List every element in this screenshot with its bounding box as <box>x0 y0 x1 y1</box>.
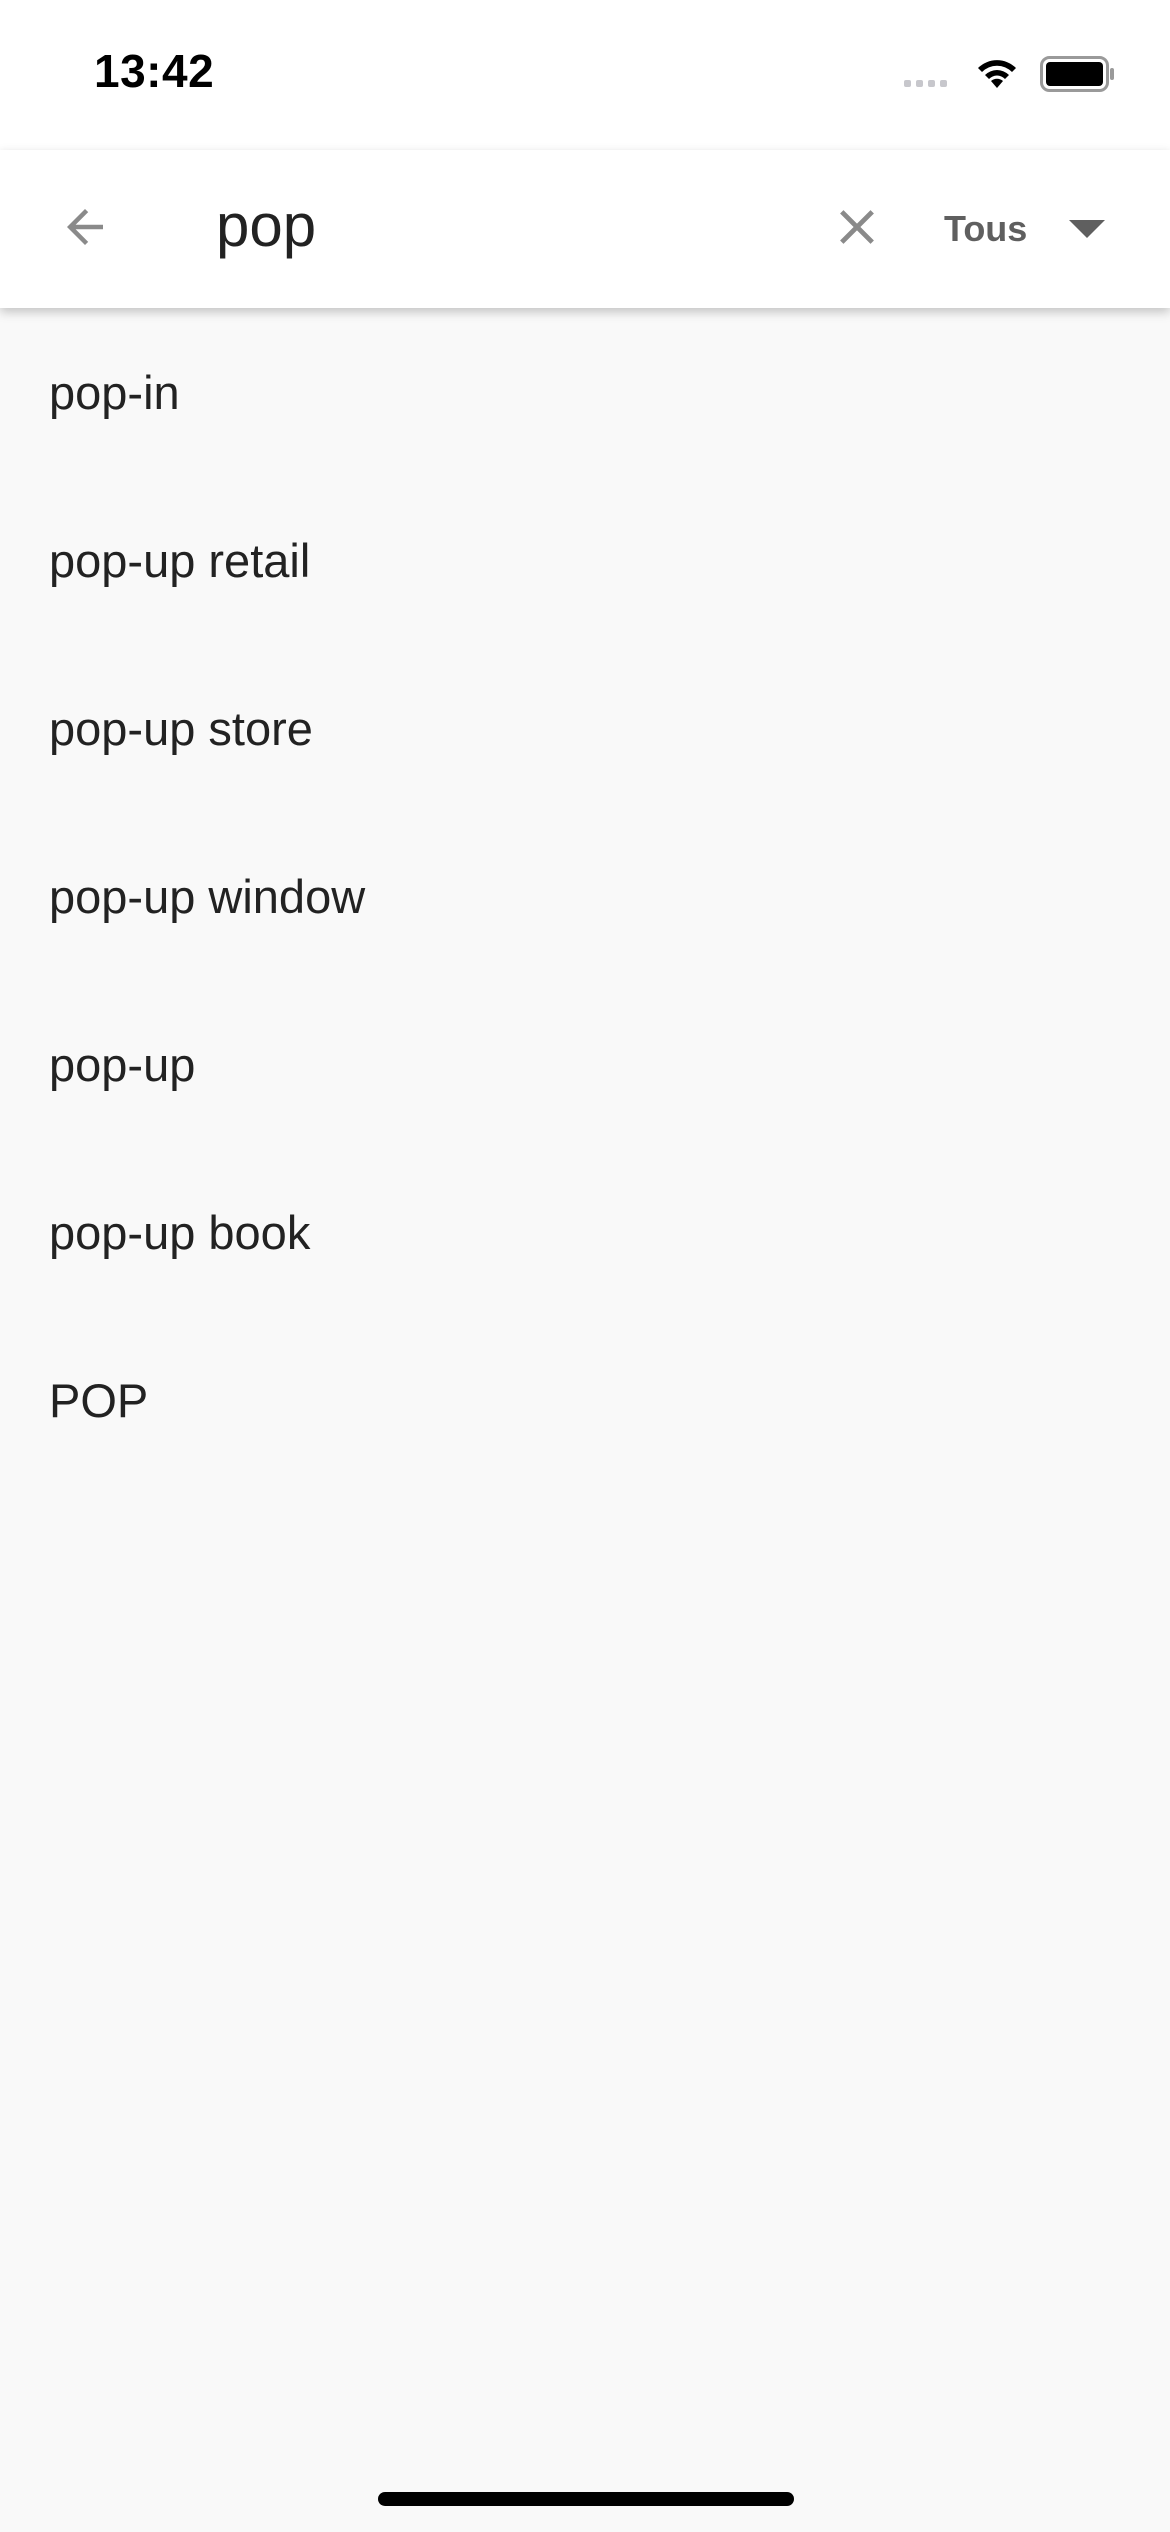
wifi-icon <box>972 52 1022 97</box>
suggestion-item[interactable]: pop-up retail <box>0 476 1170 644</box>
clear-search-button[interactable] <box>822 194 892 264</box>
suggestion-item[interactable]: pop-up window <box>0 812 1170 980</box>
caret-down-icon <box>1067 218 1107 240</box>
battery-icon <box>1040 56 1116 97</box>
suggestion-item[interactable]: pop-up store <box>0 644 1170 812</box>
suggestion-item[interactable]: POP <box>0 1316 1170 1484</box>
suggestion-item[interactable]: pop-up <box>0 980 1170 1148</box>
status-time: 13:42 <box>94 45 215 97</box>
language-filter-dropdown[interactable]: Tous <box>930 194 1130 264</box>
back-button[interactable] <box>50 194 120 264</box>
suggestion-list: pop-in pop-up retail pop-up store pop-up… <box>0 308 1170 1484</box>
suggestion-item[interactable]: pop-in <box>0 308 1170 476</box>
filter-selected-value: Tous <box>944 208 1028 249</box>
cellular-signal-icon <box>904 80 947 87</box>
close-icon <box>828 198 886 261</box>
search-app-bar: pop Tous <box>0 150 1170 308</box>
status-bar: 13:42 <box>0 0 1170 150</box>
search-input[interactable]: pop <box>216 190 316 262</box>
arrow-left-icon <box>58 200 112 259</box>
home-indicator[interactable] <box>378 2492 794 2506</box>
suggestion-item[interactable]: pop-up book <box>0 1148 1170 1316</box>
